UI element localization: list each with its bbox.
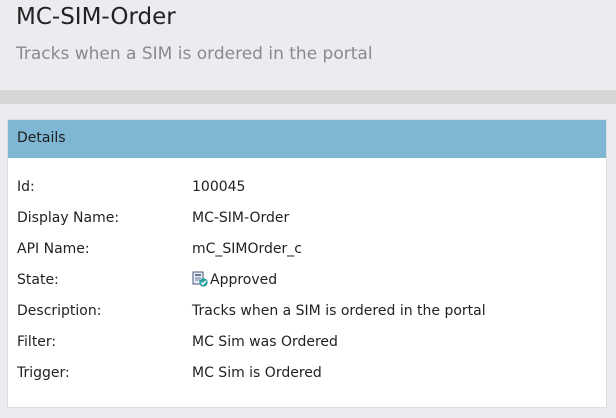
detail-label: Filter: <box>17 334 57 350</box>
detail-state-value: Approved <box>192 271 277 289</box>
details-panel-header: Details <box>8 120 606 158</box>
details-panel-title: Details <box>17 130 66 146</box>
detail-value: Tracks when a SIM is ordered in the port… <box>192 303 486 319</box>
detail-value: MC-SIM-Order <box>192 210 290 226</box>
detail-row-state: State: Approved <box>8 271 606 302</box>
detail-row-id: Id: 100045 <box>8 178 606 209</box>
detail-value: MC Sim is Ordered <box>192 365 322 381</box>
detail-row-description: Description: Tracks when a SIM is ordere… <box>8 302 606 333</box>
detail-row-api-name: API Name: mC_SIMOrder_c <box>8 240 606 271</box>
page-header: MC-SIM-Order Tracks when a SIM is ordere… <box>0 0 616 90</box>
detail-label: Trigger: <box>17 365 70 381</box>
detail-label: Description: <box>17 303 102 319</box>
detail-label: State: <box>17 272 59 288</box>
detail-value: MC Sim was Ordered <box>192 334 338 350</box>
detail-row-trigger: Trigger: MC Sim is Ordered <box>8 364 606 395</box>
page-title: MC-SIM-Order <box>16 4 176 30</box>
detail-row-display-name: Display Name: MC-SIM-Order <box>8 209 606 240</box>
detail-label: API Name: <box>17 241 90 257</box>
detail-label: Display Name: <box>17 210 120 226</box>
detail-row-filter: Filter: MC Sim was Ordered <box>8 333 606 364</box>
header-divider <box>0 90 616 104</box>
detail-value: 100045 <box>192 179 246 195</box>
approved-state-icon <box>192 271 208 287</box>
detail-label: Id: <box>17 179 35 195</box>
state-text: Approved <box>210 272 278 288</box>
details-panel: Details Id: 100045 Display Name: MC-SIM-… <box>7 119 607 408</box>
page-subtitle: Tracks when a SIM is ordered in the port… <box>16 44 373 64</box>
detail-value: mC_SIMOrder_c <box>192 241 302 257</box>
